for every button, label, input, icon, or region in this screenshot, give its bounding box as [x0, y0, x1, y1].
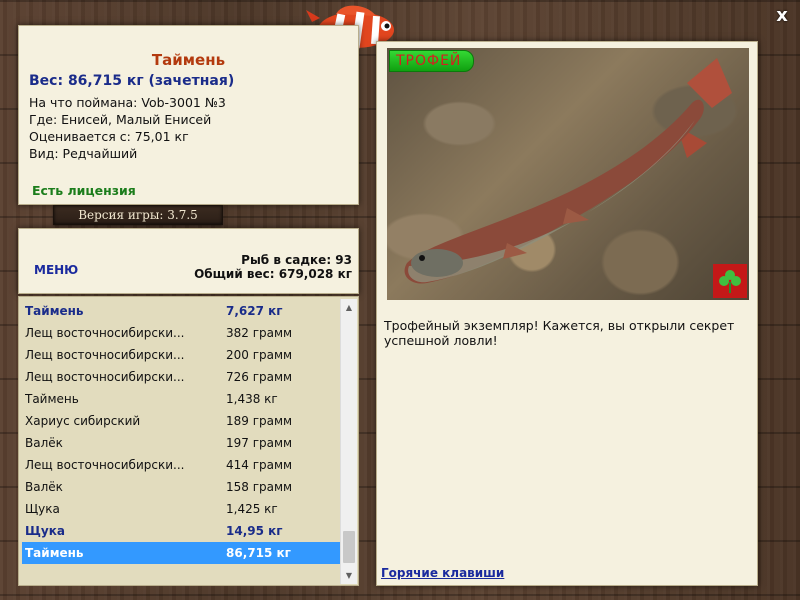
catch-list-panel: Таймень 7,627 кг Лещ восточносибирски... 38… [18, 296, 359, 586]
hotkeys-link[interactable]: Горячие клавиши [381, 566, 504, 580]
catch-fish-name: Валёк [25, 436, 63, 450]
catch-fish-name: Таймень [25, 304, 84, 318]
close-button[interactable]: x [772, 6, 792, 26]
catch-fish-weight: 189 грамм [226, 414, 293, 428]
fish-weight: Вес: 86,715 кг (зачетная) [29, 73, 235, 89]
catch-fish-weight: 382 грамм [226, 326, 293, 340]
catch-fish-name: Щука [25, 524, 65, 538]
catch-list[interactable]: Таймень 7,627 кг Лещ восточносибирски... 38… [22, 300, 340, 564]
list-item[interactable]: Таймень 7,627 кг [22, 300, 340, 322]
catch-fish-name: Лещ восточносибирски... [25, 348, 185, 362]
location-text: Где: Енисей, Малый Енисей [29, 112, 212, 127]
list-item[interactable]: Лещ восточносибирски... 726 грамм [22, 366, 340, 388]
close-icon[interactable]: x [776, 5, 788, 26]
catch-fish-weight: 14,95 кг [226, 524, 283, 538]
catch-fish-weight: 158 грамм [226, 480, 293, 494]
fish-photo: ТРОФЕЙ [387, 48, 749, 300]
taimen-fish-image [404, 58, 732, 284]
keepnet-total-weight: Общий вес: 679,028 кг [194, 267, 352, 281]
list-item[interactable]: Лещ восточносибирски... 382 грамм [22, 322, 340, 344]
list-item[interactable]: Хариус сибирский 189 грамм [22, 410, 340, 432]
catch-fish-weight: 726 грамм [226, 370, 293, 384]
game-version-plate: Версия игры: 3.7.5 [53, 205, 223, 225]
list-item[interactable]: Таймень 1,438 кг [22, 388, 340, 410]
list-item[interactable]: Валёк 197 грамм [22, 432, 340, 454]
catch-fish-name: Щука [25, 502, 60, 516]
catch-fish-weight: 197 грамм [226, 436, 293, 450]
catch-fish-weight: 200 грамм [226, 348, 293, 362]
list-item-selected[interactable]: Таймень 86,715 кг [22, 542, 340, 564]
catch-fish-name: Лещ восточносибирски... [25, 458, 185, 472]
trophy-badge: ТРОФЕЙ [389, 50, 475, 72]
catch-fish-name: Лещ восточносибирски... [25, 370, 185, 384]
keepnet-fish-count: Рыб в садке: 93 [241, 253, 352, 267]
catch-fish-weight: 7,627 кг [226, 304, 283, 318]
list-item[interactable]: Валёк 158 грамм [22, 476, 340, 498]
list-item[interactable]: Лещ восточносибирски... 414 грамм [22, 454, 340, 476]
keepnet-stats-panel: МЕНЮ Рыб в садке: 93 Общий вес: 679,028 … [18, 228, 359, 294]
scroll-down-arrow-icon[interactable]: ▼ [341, 567, 357, 584]
catch-fish-weight: 1,438 кг [226, 392, 278, 406]
catch-fish-name: Таймень [25, 392, 79, 406]
list-item[interactable]: Щука 1,425 кг [22, 498, 340, 520]
list-item[interactable]: Лещ восточносибирски... 200 грамм [22, 344, 340, 366]
catch-fish-name: Хариус сибирский [25, 414, 141, 428]
catch-list-scrollbar[interactable]: ▲ ▼ [340, 299, 357, 584]
rated-from-text: Оценивается с: 75,01 кг [29, 129, 189, 144]
catch-fish-name: Валёк [25, 480, 63, 494]
clover-icon [713, 264, 747, 298]
catch-fish-name: Лещ восточносибирски... [25, 326, 185, 340]
fish-name: Таймень [151, 51, 226, 69]
menu-button[interactable]: МЕНЮ [34, 263, 78, 277]
species-kind-text: Вид: Редчайший [29, 146, 138, 161]
list-item[interactable]: Щука 14,95 кг [22, 520, 340, 542]
catch-fish-weight: 1,425 кг [226, 502, 278, 516]
caught-on-text: На что поймана: Vob-3001 №3 [29, 95, 226, 110]
license-status: Есть лицензия [32, 183, 136, 198]
scroll-thumb[interactable] [343, 531, 355, 563]
trophy-message: Трофейный экземпляр! Кажется, вы открыли… [384, 318, 735, 348]
fish-detail-panel: ТРОФЕЙ Трофейный экземпляр! Кажется, вы … [376, 41, 758, 586]
fish-info-panel: Таймень Вес: 86,715 кг (зачетная) На что… [18, 25, 359, 205]
scroll-up-arrow-icon[interactable]: ▲ [341, 299, 357, 316]
catch-fish-weight: 414 грамм [226, 458, 293, 472]
catch-fish-name: Таймень [25, 546, 84, 560]
catch-fish-weight: 86,715 кг [226, 546, 291, 560]
